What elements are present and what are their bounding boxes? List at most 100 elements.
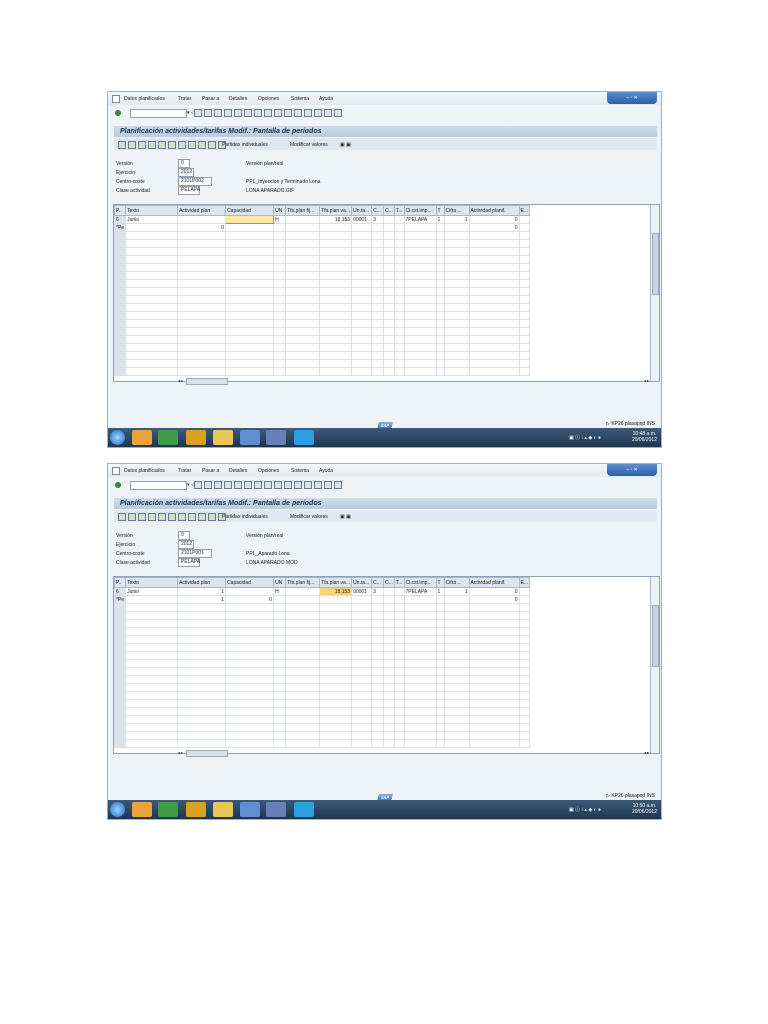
grid-cell[interactable] [177,215,227,224]
select-icon[interactable] [148,141,156,149]
scroll-left-icon[interactable]: ◂ ▸ [178,750,183,755]
grid-cell[interactable] [114,707,127,716]
grid-cell[interactable]: 0 [177,223,227,232]
grid-cell[interactable] [125,367,179,376]
grid-cell[interactable]: 7PELAPA [403,215,437,224]
grid-cell[interactable] [125,231,179,240]
grid-cell[interactable] [125,635,179,644]
grid-cell[interactable] [435,723,445,732]
taskbar-app-icon[interactable] [158,802,178,817]
grid-cell[interactable] [468,287,520,296]
copy-icon[interactable] [188,513,196,521]
grid-cell[interactable] [285,611,321,620]
grid-cell[interactable] [371,351,385,360]
grid-cell[interactable] [125,643,179,652]
grid-cell[interactable] [125,311,179,320]
grid-cell[interactable] [383,627,395,636]
modificar-valores-button[interactable]: Modificar valores [290,142,328,148]
grid-cell[interactable] [468,343,520,352]
grid-cell[interactable] [443,279,470,288]
column-header[interactable]: Cl.cst.imp... [403,577,437,588]
grid-cell[interactable] [177,611,227,620]
grid-cell[interactable] [443,723,470,732]
grid-cell[interactable]: *Pe [114,223,127,232]
grid-cell[interactable] [371,739,385,748]
grid-cell[interactable] [443,255,470,264]
grid-cell[interactable] [114,635,127,644]
grid-cell[interactable] [225,263,275,272]
grid-cell[interactable] [319,359,353,368]
grid-cell[interactable] [403,271,437,280]
empty-row[interactable] [114,667,531,676]
empty-row[interactable] [114,247,531,256]
menu-datos-planificados[interactable]: Datos planificados [124,96,165,102]
column-header[interactable]: E... [518,577,531,588]
grid-cell[interactable] [393,287,405,296]
grid-cell[interactable] [351,683,373,692]
grid-cell[interactable] [225,603,275,612]
grid-cell[interactable] [285,603,321,612]
grid-cell[interactable] [393,351,405,360]
grid-cell[interactable] [114,279,127,288]
find-next-icon[interactable] [254,481,262,489]
grid-cell[interactable] [285,675,321,684]
grid-cell[interactable] [285,367,321,376]
grid-cell[interactable] [393,667,405,676]
grid-cell[interactable] [383,223,395,232]
grid-cell[interactable] [518,247,531,256]
grid-cell[interactable] [435,731,445,740]
grid-cell[interactable] [225,611,275,620]
grid-cell[interactable] [468,359,520,368]
detail-icon[interactable] [138,141,146,149]
menu-tratar[interactable]: Tratar [178,96,191,102]
grid-cell[interactable] [177,707,227,716]
menu-pasar-a[interactable]: Pasar a [202,96,219,102]
grid-cell[interactable] [468,643,520,652]
grid-cell[interactable] [177,651,227,660]
vertical-scrollbar[interactable] [650,577,659,753]
grid-cell[interactable] [403,335,437,344]
grid-cell[interactable] [393,603,405,612]
taskbar-clock[interactable]: 10:48 a.m. 20/06/2012 [632,431,657,443]
grid-cell[interactable] [125,707,179,716]
grid-cell[interactable] [319,611,353,620]
grid-cell[interactable] [518,351,531,360]
column-header[interactable]: Actividad plan [177,205,227,216]
column-header[interactable]: C... [383,577,395,588]
grid-cell[interactable] [383,263,395,272]
grid-cell[interactable] [518,739,531,748]
vertical-scrollbar[interactable] [650,205,659,381]
grid-cell[interactable] [518,715,531,724]
grid-cell[interactable] [518,239,531,248]
taskbar-app-icon[interactable] [294,802,314,817]
cut-icon[interactable] [178,141,186,149]
layout-icon[interactable] [334,109,342,117]
status-expand-icon[interactable]: ▷ [606,793,610,799]
grid-cell[interactable] [177,263,227,272]
menu-opciones[interactable]: Opciones [258,468,279,474]
grid-cell[interactable] [125,723,179,732]
grid-cell[interactable] [383,675,395,684]
grid-cell[interactable] [383,683,395,692]
grid-cell[interactable]: 1 [443,215,470,224]
grid-cell[interactable] [383,231,395,240]
grid-cell[interactable] [443,319,470,328]
grid-cell[interactable] [114,231,127,240]
grid-cell[interactable] [393,279,405,288]
insert-icon[interactable] [208,513,216,521]
column-header[interactable]: T [435,205,445,216]
grid-cell[interactable] [393,223,405,232]
grid-cell[interactable] [273,715,287,724]
grid-cell[interactable] [125,667,179,676]
grid-cell[interactable] [319,239,353,248]
grid-cell[interactable] [273,247,287,256]
grid-cell[interactable] [319,271,353,280]
grid-cell[interactable] [443,311,470,320]
grid-cell[interactable] [177,635,227,644]
grid-cell[interactable] [285,659,321,668]
grid-cell[interactable] [393,619,405,628]
grid-cell[interactable] [403,327,437,336]
grid-cell[interactable] [225,675,275,684]
grid-cell[interactable] [371,595,385,604]
filter-icon[interactable] [158,513,166,521]
